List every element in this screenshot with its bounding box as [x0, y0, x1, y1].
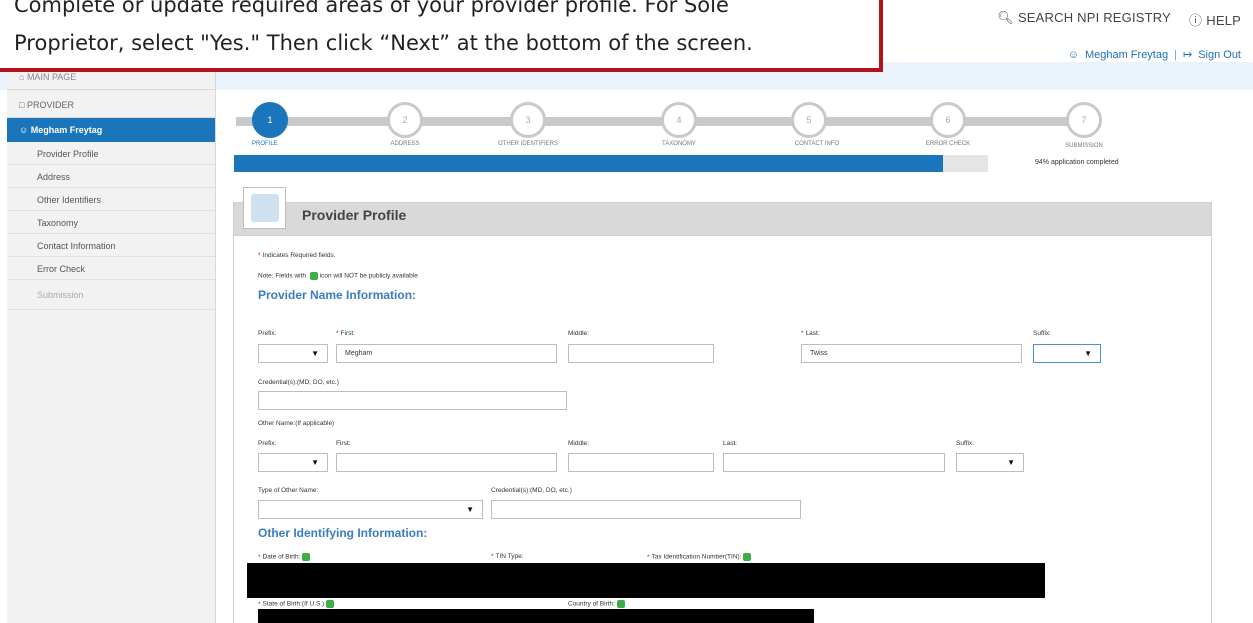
sidebar-user[interactable]: ☺ Megham Freytag	[7, 118, 215, 142]
lock-icon	[616, 600, 625, 608]
sidebar-item-error-check[interactable]: Error Check	[7, 257, 215, 280]
user-name-link[interactable]: Megham Freytag	[1085, 49, 1168, 61]
redaction-block	[247, 563, 1045, 598]
instruction-callout: Complete or update required areas of you…	[0, 0, 883, 72]
prefix-label: Prefix:	[258, 330, 277, 337]
other-prefix-label: Prefix:	[258, 440, 277, 447]
step-label-taxonomy: TAXONOMY	[662, 141, 696, 147]
step-5[interactable]: 5	[791, 102, 827, 138]
first-name-input[interactable]: Megham	[336, 344, 557, 363]
other-prefix-select[interactable]: ▼	[258, 453, 328, 472]
other-first-label: First:	[336, 440, 351, 447]
instruction-line-1: Complete or update required areas of you…	[14, 0, 729, 17]
other-suffix-label: Suffix:	[956, 440, 974, 447]
info-icon: ⓘ	[1189, 13, 1203, 28]
state-birth-label: * State of Birth:(If U.S.)	[258, 600, 335, 608]
progress-bar	[234, 155, 988, 172]
instruction-line-2: Proprietor, select "Yes." Then click “Ne…	[14, 31, 753, 55]
other-credential-label: Credential(s):(MD, DO, etc.)	[491, 487, 572, 494]
sidebar-item-contact-information[interactable]: Contact Information	[7, 234, 215, 257]
dropdown-arrow-icon: ▼	[311, 458, 319, 467]
sidebar: ⌂ MAIN PAGE □ PROVIDER ☺ Megham Freytag …	[7, 62, 216, 623]
step-label-other-identifiers: OTHER IDENTIFIERS	[497, 141, 558, 147]
country-birth-label: Country of Birth:	[568, 600, 625, 608]
credential-label: Credential(s):(MD, DO, etc.)	[258, 379, 339, 386]
sign-out-icon: ↦	[1182, 49, 1193, 61]
step-label-error-check: ERROR CHECK	[925, 141, 971, 147]
other-last-input[interactable]	[723, 453, 945, 472]
required-note: * Indicates Required fields.	[258, 252, 336, 259]
other-last-label: Last:	[723, 440, 738, 447]
prefix-select[interactable]: ▼	[258, 344, 328, 363]
last-name-input[interactable]: Twiss	[801, 344, 1022, 363]
dob-label: * Date of Birth:	[258, 553, 311, 561]
dropdown-arrow-icon: ▼	[311, 349, 319, 358]
sidebar-item-address[interactable]: Address	[7, 165, 215, 188]
last-label: * Last:	[801, 330, 820, 337]
sidebar-item-other-identifiers[interactable]: Other Identifiers	[7, 188, 215, 211]
search-registry-link[interactable]: 🔍︎ SEARCH NPI REGISTRY	[997, 10, 1171, 29]
other-middle-label: Middle:	[568, 440, 589, 447]
step-label-contact-info: CONTACT INFO	[794, 141, 840, 147]
lock-icon	[743, 553, 752, 561]
dropdown-arrow-icon: ▼	[1084, 349, 1092, 358]
tin-type-label: * TIN Type:	[491, 553, 524, 560]
page-title: Provider Profile	[302, 207, 407, 223]
provider-profile-icon	[243, 187, 286, 229]
sidebar-item-submission: Submission	[7, 280, 215, 310]
divider: |	[1174, 48, 1177, 61]
step-2[interactable]: 2	[387, 102, 423, 138]
section-title-name-info: Provider Name Information:	[258, 288, 417, 302]
users-icon: ☺	[19, 125, 31, 135]
progress-fill	[234, 155, 943, 172]
sidebar-item-provider-profile[interactable]: Provider Profile	[7, 142, 215, 165]
lock-icon	[309, 272, 318, 280]
search-icon: 🔍︎	[997, 10, 1014, 25]
step-1[interactable]: 1	[252, 102, 288, 138]
step-7[interactable]: 7	[1066, 102, 1102, 138]
progress-text: 94% application completed	[1035, 159, 1119, 166]
lock-icon	[302, 553, 311, 561]
other-credential-input[interactable]	[491, 500, 801, 519]
middle-name-input[interactable]	[568, 344, 714, 363]
tin-label: * Tax Identification Number(TIN):	[647, 553, 752, 561]
first-label: * First:	[336, 330, 355, 337]
other-name-type-select[interactable]: ▼	[258, 500, 483, 519]
middle-label: Middle:	[568, 330, 589, 337]
other-first-input[interactable]	[336, 453, 557, 472]
top-nav: 🔍︎ SEARCH NPI REGISTRY ⓘ HELP	[997, 10, 1241, 29]
sign-out-link[interactable]: Sign Out	[1198, 49, 1241, 61]
home-icon: ⌂	[19, 72, 27, 82]
user-bar: ☺ Megham Freytag | ↦ Sign Out	[1067, 48, 1241, 62]
step-label-submission: SUBMISSION	[1065, 143, 1103, 149]
other-name-type-label: Type of Other Name:	[258, 487, 319, 494]
user-icon: ☺	[1067, 48, 1079, 61]
suffix-label: Suffix:	[1033, 330, 1051, 337]
instruction-text: Complete or update required areas of you…	[14, 0, 874, 62]
suffix-select[interactable]: ▼	[1033, 344, 1101, 363]
credential-input[interactable]	[258, 391, 567, 410]
step-3[interactable]: 3	[510, 102, 546, 138]
section-title-other-id: Other Identifying Information:	[258, 526, 428, 540]
privacy-note: Note: Fields with icon will NOT be publi…	[258, 272, 418, 280]
sidebar-provider[interactable]: □ PROVIDER	[7, 90, 215, 118]
other-middle-input[interactable]	[568, 453, 714, 472]
other-suffix-select[interactable]: ▼	[956, 453, 1024, 472]
step-label-address: ADDRESS	[390, 141, 420, 147]
dropdown-arrow-icon: ▼	[466, 505, 474, 514]
lock-icon	[326, 600, 335, 608]
step-4[interactable]: 4	[661, 102, 697, 138]
other-name-title: Other Name:(If applicable)	[258, 420, 335, 427]
help-link[interactable]: ⓘ HELP	[1189, 10, 1241, 29]
sidebar-item-taxonomy[interactable]: Taxonomy	[7, 211, 215, 234]
redaction-block	[258, 609, 814, 623]
dropdown-arrow-icon: ▼	[1007, 458, 1015, 467]
step-6[interactable]: 6	[930, 102, 966, 138]
document-icon: □	[19, 100, 27, 110]
step-label-profile: PROFILE	[252, 141, 278, 147]
